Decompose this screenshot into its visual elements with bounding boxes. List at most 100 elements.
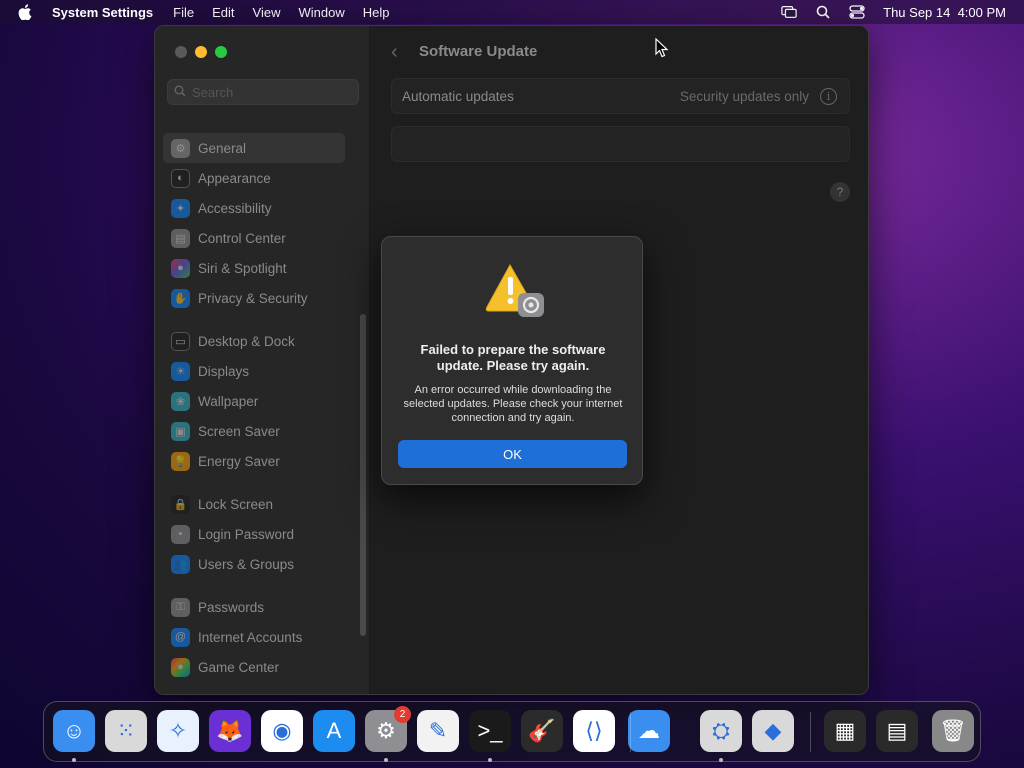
sidebar-item-game-center[interactable]: ● Game Center — [163, 652, 345, 682]
menu-bar: System Settings File Edit View Window He… — [0, 0, 1024, 24]
dock-separator — [630, 712, 631, 752]
sidebar-item-control-center[interactable]: ▤ Control Center — [163, 223, 345, 253]
sidebar-item-label: Accessibility — [198, 200, 272, 216]
wallpaper-icon: ❀ — [171, 391, 190, 411]
minimize-button[interactable] — [195, 46, 207, 58]
sidebar-scrollbar[interactable] — [360, 314, 366, 636]
file-menu[interactable]: File — [173, 5, 194, 20]
automatic-updates-value: Security updates only — [679, 89, 809, 104]
at-icon: @ — [171, 627, 190, 647]
dock-separator — [810, 712, 811, 752]
disk-utility-icon[interactable]: ⛭ — [700, 710, 742, 752]
gear-icon: ⚙ — [171, 138, 190, 158]
search-input[interactable] — [192, 84, 352, 100]
sidebar-item-label: Displays — [198, 363, 250, 379]
app-name-menu[interactable]: System Settings — [52, 5, 153, 20]
window-menu[interactable]: Window — [298, 5, 344, 20]
sidebar-item-general[interactable]: ⚙ General — [163, 133, 345, 163]
sidebar-item-screen-saver[interactable]: ▣ Screen Saver — [163, 416, 345, 446]
error-alert-dialog: Failed to prepare the software update. P… — [381, 236, 643, 485]
search-icon[interactable] — [815, 4, 831, 20]
sidebar-item-displays[interactable]: ☀ Displays — [163, 356, 345, 386]
sidebar-item-label: Control Center — [198, 230, 286, 246]
sidebar-item-desktop-dock[interactable]: ▭ Desktop & Dock — [163, 326, 345, 356]
siri-icon: ● — [171, 258, 190, 278]
sidebar-list: ⚙ General ◐ Appearance ✦ Accessibility ▤… — [163, 133, 363, 682]
accessibility-icon: ✦ — [171, 198, 190, 218]
sidebar-item-label: Lock Screen — [198, 496, 274, 512]
sidebar-item-label: Internet Accounts — [198, 629, 303, 645]
update-status-row — [391, 126, 850, 162]
garageband-icon[interactable]: 🎸 — [521, 710, 563, 752]
info-icon[interactable]: i — [820, 88, 837, 105]
launchpad-icon[interactable]: ⁙ — [105, 710, 147, 752]
sidebar-item-accessibility[interactable]: ✦ Accessibility — [163, 193, 345, 223]
finder-icon[interactable]: ☺ — [53, 710, 95, 752]
sidebar-item-wallpaper[interactable]: ❀ Wallpaper — [163, 386, 345, 416]
trash-icon[interactable]: 🗑 — [932, 710, 974, 752]
running-indicator — [488, 758, 492, 762]
sidebar-item-lock-screen[interactable]: 🔒 Lock Screen — [163, 489, 345, 519]
ok-button[interactable]: OK — [398, 440, 627, 468]
running-indicator — [72, 758, 76, 762]
control-center-icon: ▤ — [171, 228, 190, 248]
safari-icon[interactable]: ✧ — [157, 710, 199, 752]
system-settings-icon[interactable]: ⚙ 2 — [365, 706, 411, 752]
menu-clock[interactable]: Thu Sep 14 4:00 PM — [883, 5, 1006, 20]
downloads-folder-icon[interactable]: ▦ — [824, 710, 866, 752]
password-icon: ▪ — [171, 524, 190, 544]
warning-icon — [485, 263, 544, 317]
key-icon: ⚿ — [171, 597, 190, 617]
chrome-icon[interactable]: ◉ — [261, 710, 303, 752]
sidebar-item-siri-spotlight[interactable]: ● Siri & Spotlight — [163, 253, 345, 283]
sun-icon: ☀ — [171, 361, 190, 381]
sidebar-search[interactable] — [167, 79, 359, 105]
sidebar: ⚙ General ◐ Appearance ✦ Accessibility ▤… — [155, 26, 370, 694]
control-center-icon[interactable] — [849, 4, 865, 20]
screen-saver-icon: ▣ — [171, 421, 190, 441]
sidebar-item-label: Desktop & Dock — [198, 333, 295, 349]
terminal-icon[interactable]: >_ — [469, 710, 511, 752]
back-chevron-icon[interactable]: ‹ — [391, 41, 398, 64]
view-menu[interactable]: View — [253, 5, 281, 20]
edit-menu[interactable]: Edit — [212, 5, 234, 20]
automatic-updates-label: Automatic updates — [402, 89, 514, 104]
lock-icon: 🔒 — [171, 494, 190, 514]
game-center-icon: ● — [171, 657, 190, 677]
boot-camp-icon[interactable]: ◆ — [752, 710, 794, 752]
sidebar-item-users-groups[interactable]: 👥 Users & Groups — [163, 549, 345, 579]
vscode-icon[interactable]: ⟨⟩ — [573, 710, 615, 752]
automatic-updates-row: Automatic updates Security updates only … — [391, 78, 850, 114]
sidebar-item-label: Siri & Spotlight — [198, 260, 287, 276]
sidebar-item-label: Energy Saver — [198, 453, 280, 469]
users-icon: 👥 — [171, 554, 190, 574]
hand-icon: ✋ — [171, 288, 190, 308]
app-store-icon[interactable]: A — [313, 710, 355, 752]
close-button[interactable] — [175, 46, 187, 58]
help-menu[interactable]: Help — [363, 5, 390, 20]
sidebar-item-label: Users & Groups — [198, 556, 295, 572]
recent-window-icon[interactable]: ▤ — [876, 710, 918, 752]
textedit-icon[interactable]: ✎ — [417, 710, 459, 752]
sidebar-item-label: Login Password — [198, 526, 295, 542]
sidebar-item-label: Appearance — [198, 170, 271, 186]
sidebar-item-login-password[interactable]: ▪ Login Password — [163, 519, 345, 549]
dock: ☺ ⁙ ✧ 🦊 ◉ A ⚙ 2 ✎ >_ 🎸 ⟨⟩ ☁ ⛭ ◆ ▦ ▤ 🗑 — [43, 701, 981, 762]
sidebar-item-label: Screen Saver — [198, 423, 280, 439]
sidebar-item-label: Game Center — [198, 659, 280, 675]
zoom-button[interactable] — [215, 46, 227, 58]
sidebar-item-passwords[interactable]: ⚿ Passwords — [163, 592, 345, 622]
firefox-icon[interactable]: 🦊 — [209, 710, 251, 752]
help-icon[interactable]: ? — [830, 182, 850, 202]
apple-menu-icon[interactable] — [18, 4, 38, 20]
bulb-icon: 💡 — [171, 451, 190, 471]
sidebar-item-appearance[interactable]: ◐ Appearance — [163, 163, 345, 193]
sidebar-item-energy-saver[interactable]: 💡 Energy Saver — [163, 446, 345, 476]
sidebar-item-privacy-security[interactable]: ✋ Privacy & Security — [163, 283, 345, 313]
weather-icon[interactable]: ☁ — [628, 710, 670, 752]
screen-mirroring-icon[interactable] — [781, 4, 797, 20]
sidebar-item-label: Wallpaper — [198, 393, 259, 409]
alert-message: An error occurred while downloading the … — [403, 384, 623, 424]
sidebar-item-internet-accounts[interactable]: @ Internet Accounts — [163, 622, 345, 652]
running-indicator — [384, 758, 388, 762]
